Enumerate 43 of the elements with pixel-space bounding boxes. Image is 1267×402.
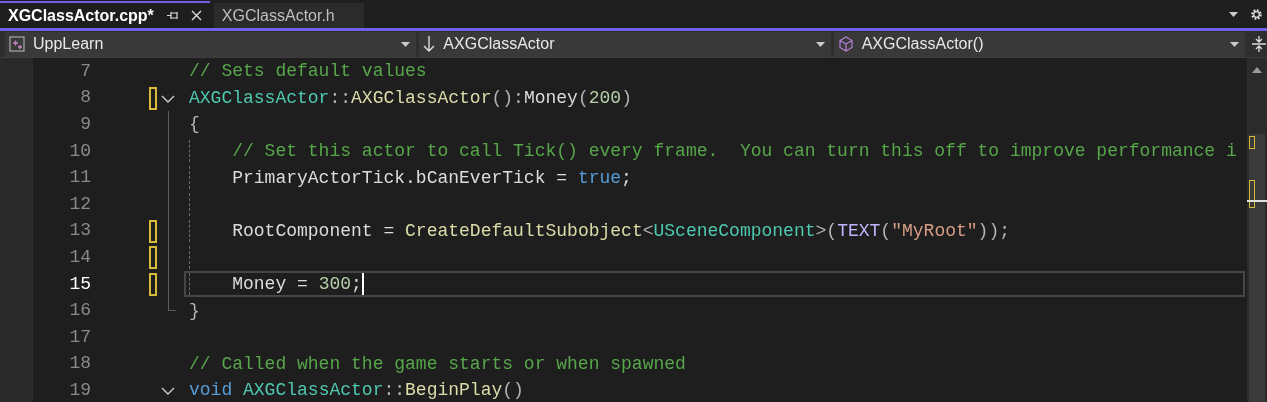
- dropdown-caret-icon: [1229, 12, 1238, 17]
- line-number: 19: [68, 378, 91, 402]
- file-tab[interactable]: XGClassActor.h: [213, 3, 364, 28]
- line-number: 13: [68, 219, 91, 243]
- code-line: // Called when the game starts or when spawned: [189, 354, 686, 373]
- close-icon[interactable]: [190, 10, 202, 21]
- down-arrow-icon: [423, 35, 436, 53]
- line-number: 8: [79, 86, 91, 110]
- pin-icon[interactable]: [165, 10, 179, 21]
- code-line: // Set this actor to call Tick() every frame. You can turn this off to improve performance i: [231, 142, 1237, 161]
- code-line: // Sets default values: [189, 62, 427, 81]
- line-number: 9: [79, 113, 91, 136]
- line-number: 15: [68, 272, 91, 296]
- line-number: 18: [68, 352, 91, 376]
- code-line: void AXGClassActor::BeginPlay(): [189, 381, 524, 400]
- line-number: 11: [68, 166, 91, 190]
- scroll-up-icon[interactable]: [1252, 67, 1262, 73]
- line-number: 14: [68, 245, 91, 269]
- navigation-dropdown[interactable]: UppLearn: [5, 31, 417, 57]
- cube-icon: [837, 36, 854, 52]
- code-line: {: [189, 115, 200, 134]
- code-line: RootComponent = CreateDefaultSubobject<USceneComponent>(TEXT("MyRoot"));: [231, 221, 1010, 240]
- dropdown-caret-icon: [815, 41, 825, 47]
- project-icon: [9, 36, 25, 52]
- dropdown-caret-icon: [401, 41, 411, 47]
- text-cursor: [361, 273, 364, 296]
- code-line: Money = 300;: [231, 275, 362, 294]
- collapse-chevron-icon[interactable]: [161, 387, 175, 396]
- code-line: PrimaryActorTick.bCanEverTick = true;: [231, 168, 632, 187]
- navigation-dropdown[interactable]: AXGClassActor: [419, 31, 831, 57]
- line-number: 16: [68, 299, 91, 323]
- line-number: 7: [79, 59, 91, 83]
- line-number: 17: [68, 325, 91, 349]
- split-view-icon[interactable]: [1251, 35, 1267, 53]
- line-number: 10: [68, 139, 91, 163]
- collapse-chevron-icon[interactable]: [161, 94, 175, 103]
- line-number: 12: [68, 192, 91, 216]
- navigation-dropdown[interactable]: AXGClassActor(): [833, 31, 1246, 57]
- code-line: }: [189, 301, 200, 320]
- settings-icon[interactable]: [1250, 8, 1263, 21]
- vertical-scrollbar[interactable]: [1247, 58, 1267, 402]
- code-line: AXGClassActor::AXGClassActor():Money(200): [189, 88, 632, 107]
- dropdown-caret-icon: [1230, 41, 1240, 47]
